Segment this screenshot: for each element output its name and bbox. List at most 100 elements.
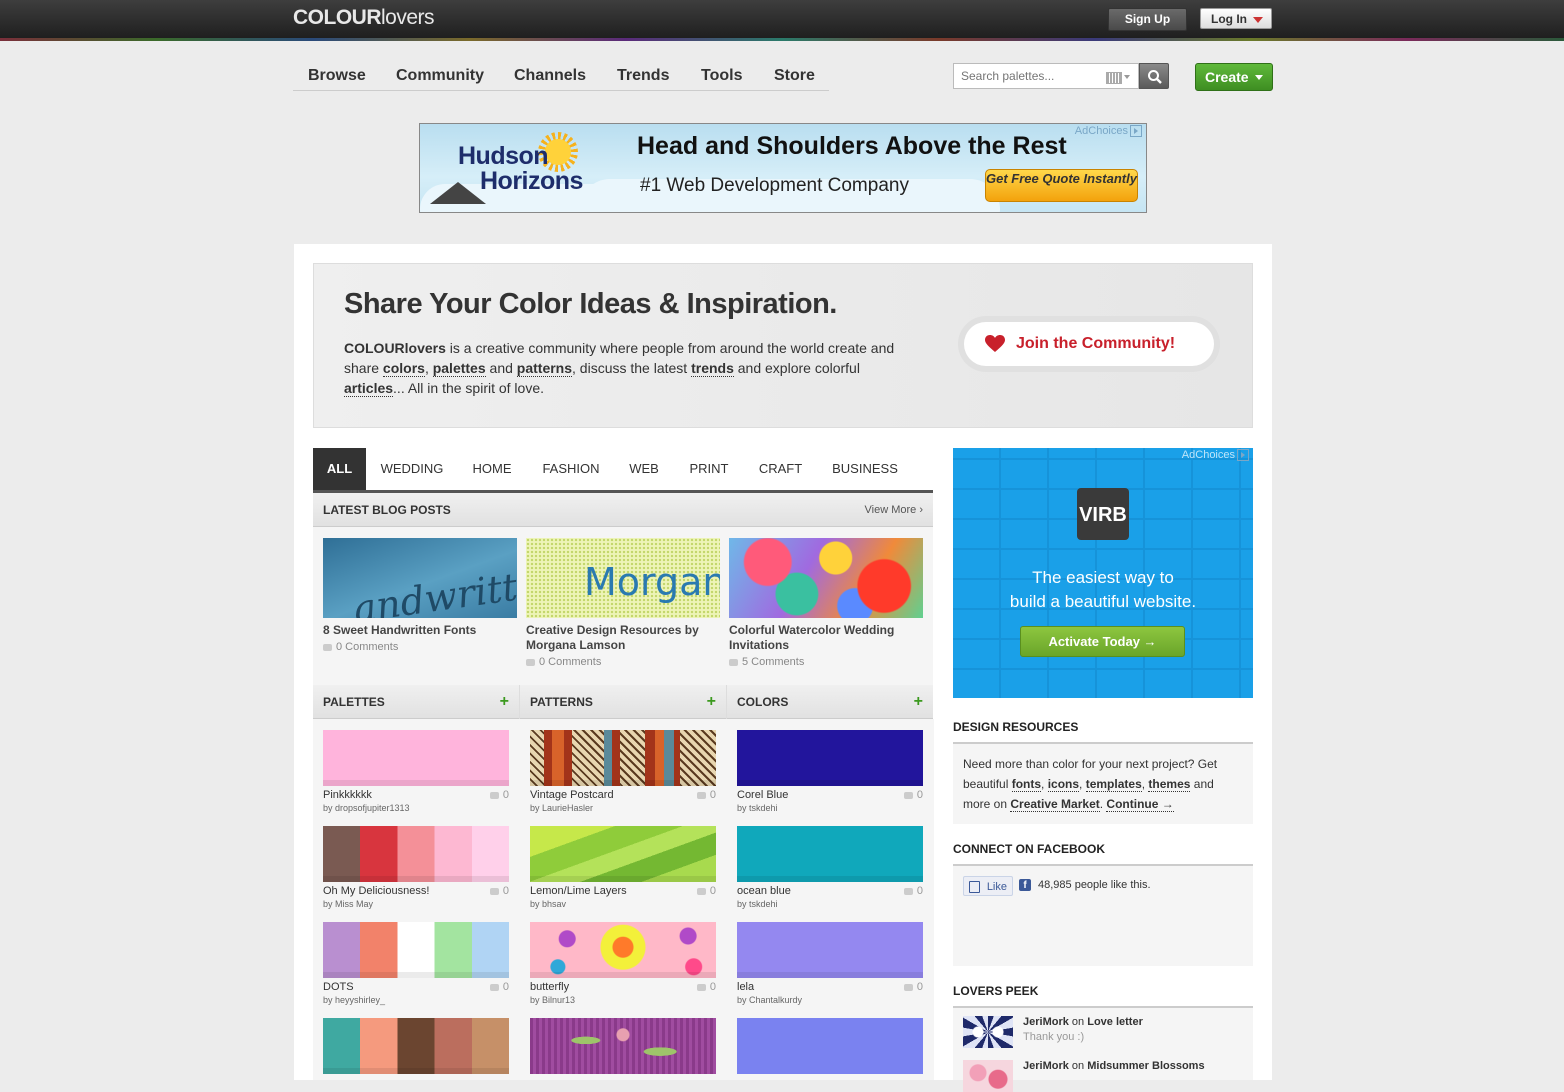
blog-post-title[interactable]: Creative Design Resources by Morgana Lam… [526, 623, 720, 653]
palette-name[interactable]: Oh My Deliciousness! 0 [323, 885, 509, 897]
adchoices-label[interactable]: AdChoices [1075, 125, 1142, 138]
log-in-button[interactable]: Log In [1200, 8, 1272, 29]
palette-item[interactable]: DOTS 0 by heyyshirley_ [323, 922, 509, 1005]
facebook-like-button[interactable]: Like [963, 876, 1013, 896]
blog-post-title[interactable]: 8 Sweet Handwritten Fonts [323, 623, 517, 638]
palette-swatch[interactable] [323, 1018, 509, 1074]
link-icons[interactable]: icons [1047, 777, 1080, 792]
pattern-name[interactable]: Vintage Postcard 0 [530, 789, 716, 801]
palette-author[interactable]: by heyyshirley_ [323, 995, 509, 1005]
peek-target[interactable]: Midsummer Blossoms [1087, 1060, 1204, 1072]
tab-wedding[interactable]: WEDDING [373, 448, 451, 490]
color-name[interactable]: Corel Blue 0 [737, 789, 923, 801]
caret-down-icon[interactable] [1124, 75, 1130, 79]
pattern-item[interactable]: Lemon/Lime Layers 0 by bhsav [530, 826, 716, 909]
site-logo[interactable]: COLOURlovers [293, 6, 435, 30]
adchoices-label[interactable]: AdChoices [1182, 449, 1249, 462]
pattern-item[interactable]: butterfly 0 by Bilnur13 [530, 922, 716, 1005]
add-color-icon[interactable]: + [914, 685, 923, 719]
peek-user[interactable]: JeriMork [1023, 1060, 1069, 1072]
ad-cta-button[interactable]: Get Free Quote Instantly [985, 169, 1138, 202]
color-item[interactable]: Corel Blue 0 by tskdehi [737, 730, 923, 813]
peek-target[interactable]: Love letter [1087, 1016, 1143, 1028]
nav-channels[interactable]: Channels [514, 67, 586, 85]
link-trends[interactable]: trends [691, 360, 734, 377]
link-articles[interactable]: articles [344, 380, 394, 397]
top-banner-ad[interactable]: Hudson Horizons Head and Shoulders Above … [419, 123, 1147, 213]
color-swatch[interactable] [737, 1018, 923, 1074]
grid-view-icon[interactable] [1106, 72, 1122, 84]
link-creative-market[interactable]: Creative Market [1010, 797, 1100, 812]
search-button[interactable] [1139, 63, 1169, 89]
blog-thumbnail[interactable]: andwritt [323, 538, 517, 618]
blog-thumbnail[interactable] [729, 538, 923, 618]
nav-trends[interactable]: Trends [617, 67, 669, 85]
color-author[interactable]: by Chantalkurdy [737, 995, 923, 1005]
color-swatch[interactable] [737, 922, 923, 978]
add-pattern-icon[interactable]: + [707, 685, 716, 719]
tab-craft[interactable]: CRAFT [752, 448, 809, 490]
pattern-swatch[interactable] [530, 730, 716, 786]
palette-swatch[interactable] [323, 730, 509, 786]
color-item[interactable]: lela 0 by Chantalkurdy [737, 922, 923, 1005]
tab-all[interactable]: ALL [313, 448, 366, 490]
link-themes[interactable]: themes [1148, 777, 1191, 792]
color-author[interactable]: by tskdehi [737, 899, 923, 909]
color-item[interactable]: ocean blue 0 by tskdehi [737, 826, 923, 909]
search-input[interactable] [959, 68, 1103, 84]
link-continue[interactable]: Continue → [1106, 797, 1174, 812]
side-banner-ad[interactable]: AdChoices VIRB The easiest way to build a… [953, 448, 1253, 698]
palette-author[interactable]: by dropsofjupiter1313 [323, 803, 509, 813]
join-community-button[interactable]: Join the Community! [964, 322, 1214, 366]
blog-post[interactable]: Colorful Watercolor Wedding Invitations … [729, 538, 923, 668]
color-name[interactable]: ocean blue 0 [737, 885, 923, 897]
palette-author[interactable]: by Miss May [323, 899, 509, 909]
pattern-author[interactable]: by Bilnur13 [530, 995, 716, 1005]
pattern-name[interactable]: Lemon/Lime Layers 0 [530, 885, 716, 897]
tab-web[interactable]: WEB [623, 448, 665, 490]
nav-community[interactable]: Community [396, 67, 484, 85]
peek-thumbnail[interactable] [963, 1016, 1013, 1048]
palette-swatch[interactable] [323, 922, 509, 978]
palette-item[interactable] [323, 1018, 509, 1074]
color-swatch[interactable] [737, 730, 923, 786]
pattern-name[interactable]: butterfly 0 [530, 981, 716, 993]
blog-post[interactable]: andwritt 8 Sweet Handwritten Fonts 0 Com… [323, 538, 517, 653]
pattern-swatch[interactable] [530, 922, 716, 978]
activate-today-button[interactable]: Activate Today → [1020, 626, 1185, 657]
pattern-swatch[interactable] [530, 1018, 716, 1074]
nav-store[interactable]: Store [774, 67, 815, 85]
add-palette-icon[interactable]: + [500, 685, 509, 719]
link-patterns[interactable]: patterns [516, 360, 573, 377]
color-swatch[interactable] [737, 826, 923, 882]
view-more-link[interactable]: View More › [865, 493, 923, 527]
pattern-author[interactable]: by bhsav [530, 899, 716, 909]
color-author[interactable]: by tskdehi [737, 803, 923, 813]
sign-up-button[interactable]: Sign Up [1108, 8, 1187, 31]
link-fonts[interactable]: fonts [1011, 777, 1042, 792]
tab-print[interactable]: PRINT [683, 448, 735, 490]
pattern-item[interactable]: Vintage Postcard 0 by LaurieHasler [530, 730, 716, 813]
tab-fashion[interactable]: FASHION [534, 448, 608, 490]
palette-name[interactable]: DOTS 0 [323, 981, 509, 993]
pattern-swatch[interactable] [530, 826, 716, 882]
peek-user[interactable]: JeriMork [1023, 1016, 1069, 1028]
link-colors[interactable]: colors [382, 360, 425, 377]
blog-post-title[interactable]: Colorful Watercolor Wedding Invitations [729, 623, 923, 653]
link-templates[interactable]: templates [1085, 777, 1142, 792]
color-item[interactable] [737, 1018, 923, 1074]
tab-business[interactable]: BUSINESS [825, 448, 905, 490]
pattern-item[interactable] [530, 1018, 716, 1074]
palette-item[interactable]: Pinkkkkkk 0 by dropsofjupiter1313 [323, 730, 509, 813]
blog-thumbnail[interactable]: Morgana [526, 538, 720, 618]
create-button[interactable]: Create [1195, 63, 1273, 91]
palette-item[interactable]: Oh My Deliciousness! 0 by Miss May [323, 826, 509, 909]
peek-thumbnail[interactable] [963, 1060, 1013, 1092]
link-palettes[interactable]: palettes [432, 360, 486, 377]
tab-home[interactable]: HOME [465, 448, 519, 490]
nav-browse[interactable]: Browse [308, 67, 366, 85]
color-name[interactable]: lela 0 [737, 981, 923, 993]
palette-swatch[interactable] [323, 826, 509, 882]
nav-tools[interactable]: Tools [701, 67, 742, 85]
blog-post[interactable]: Morgana Creative Design Resources by Mor… [526, 538, 720, 668]
